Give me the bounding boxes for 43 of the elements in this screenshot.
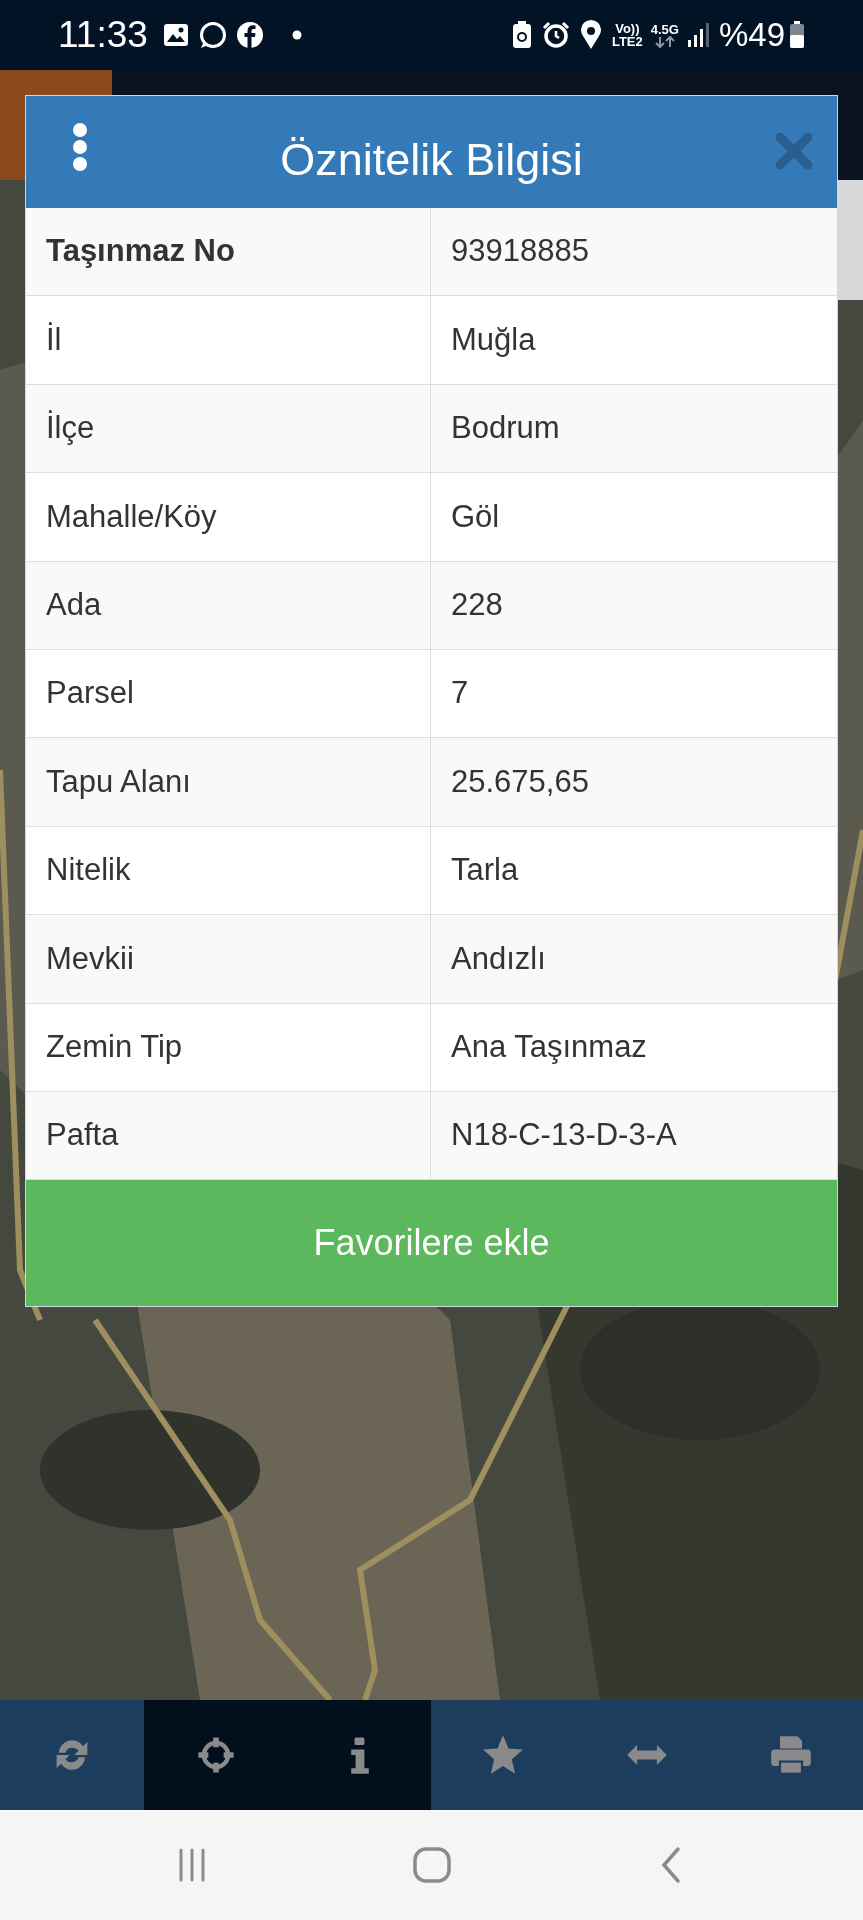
table-cell: Mahalle/Köy (26, 473, 431, 561)
table-cell: Tapu Alanı (26, 738, 431, 826)
location-icon (579, 20, 602, 50)
table-cell: Zemin Tip (26, 1003, 431, 1091)
table-cell-text: Bodrum (450, 409, 561, 448)
table-cell-text: 7 (450, 674, 470, 713)
signal-icon (686, 22, 709, 48)
table-cell-text: Göl (450, 497, 501, 536)
battery-icon (789, 21, 805, 49)
volte-label: Vo)) (615, 22, 640, 35)
data-arrows-icon (653, 35, 676, 48)
social-app-icon (235, 21, 264, 49)
table-cell-text: Tarla (450, 851, 520, 890)
table-cell-text: Muğla (450, 320, 537, 359)
table-cell-text: 25.675,65 (450, 762, 590, 801)
table-cell: Pafta (26, 1091, 431, 1180)
table-cell: Nitelik (26, 826, 431, 915)
battery-percentage: %49 (718, 15, 785, 56)
add-to-favorites-button[interactable]: Favorilere ekle (26, 1180, 837, 1307)
toolbar-button[interactable] (287, 1700, 432, 1810)
table-cell: Mevkii (26, 915, 431, 1003)
table-cell-text: 228 (450, 586, 504, 624)
toolbar-button[interactable] (143, 1700, 288, 1810)
alarm-icon (541, 21, 570, 49)
lte-label: LTE2 (611, 35, 643, 48)
table-cell: İl (26, 296, 431, 384)
dialog-title: Öznitelik Bilgisi (280, 133, 583, 188)
table-cell-text: Andızlı (450, 939, 547, 978)
table-cell: Taşınmaz No (26, 208, 431, 296)
dot-icon (291, 30, 302, 40)
battery-saver-icon (511, 21, 532, 49)
network-label: 4.5G (650, 22, 679, 36)
table-cell-text: 93918885 (450, 232, 590, 271)
table-cell-text: N18-C-13-D-3-A (450, 1116, 678, 1155)
table-cell: Parsel (26, 649, 431, 738)
table-cell: İlçe (26, 384, 431, 473)
more-options-icon[interactable] (72, 122, 88, 172)
chat-icon (197, 20, 228, 50)
table-cell: Ada (26, 561, 431, 649)
table-cell-text: Ana Taşınmaz (450, 1027, 648, 1066)
home-icon[interactable] (411, 1845, 452, 1885)
gallery-icon (161, 21, 190, 49)
clock: 11:33 (58, 13, 148, 58)
